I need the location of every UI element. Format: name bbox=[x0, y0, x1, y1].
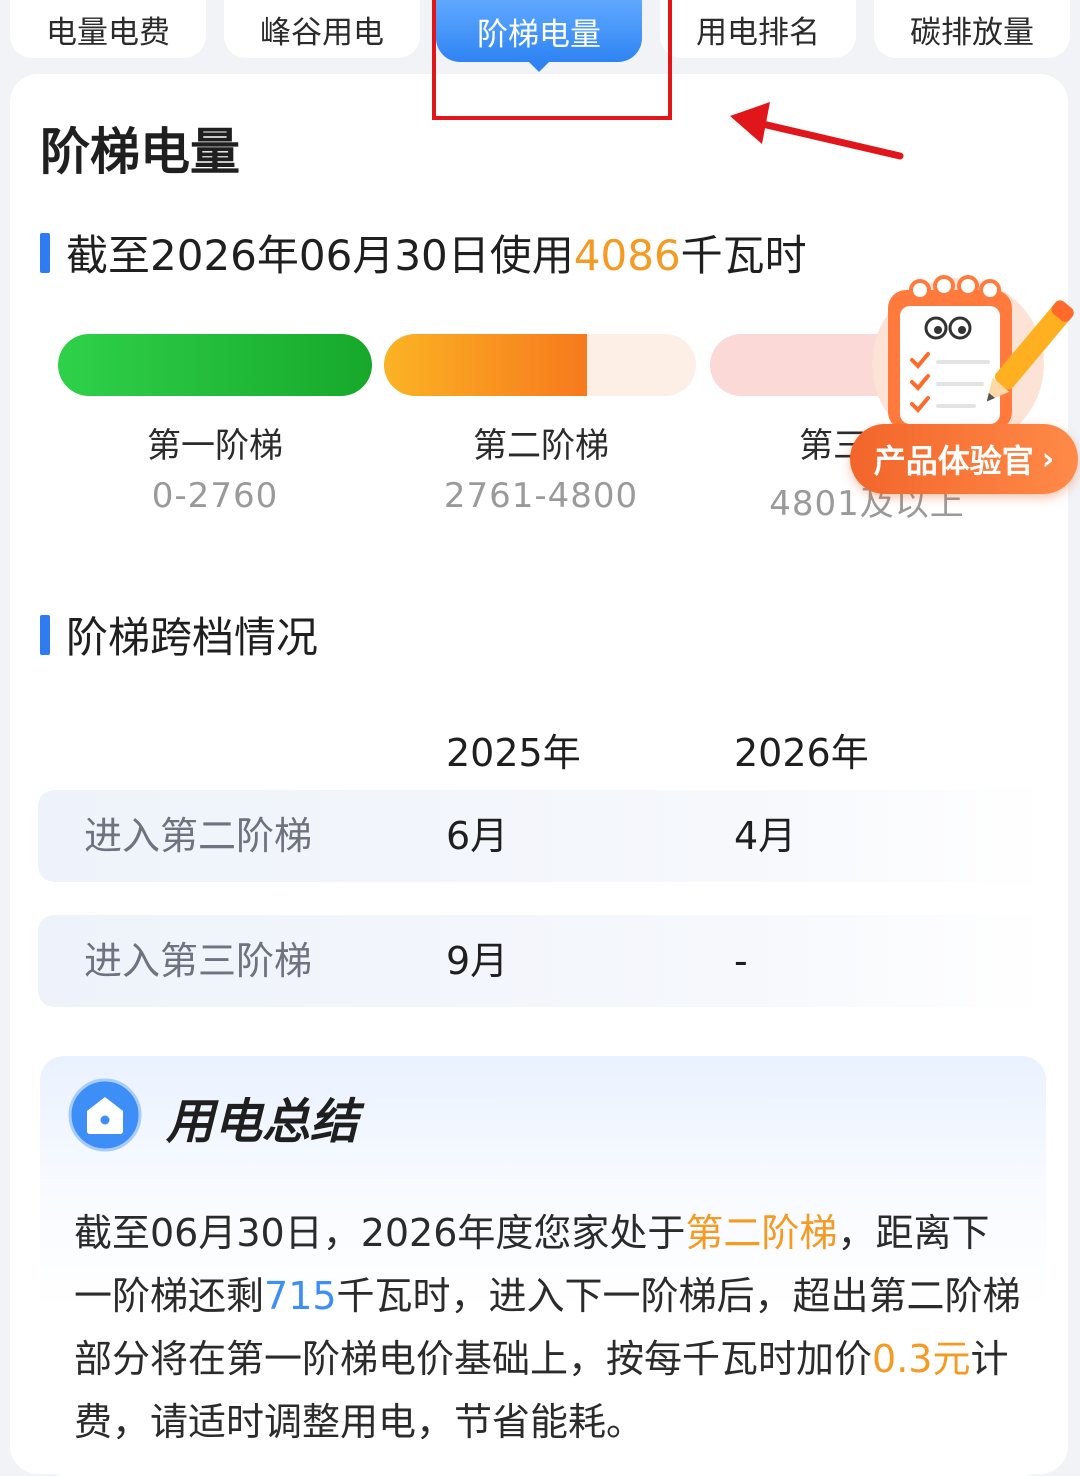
tab-usage-ranking[interactable]: 用电排名 bbox=[660, 0, 856, 58]
summary-title: 用电总结 bbox=[166, 1094, 359, 1150]
tier-1-fill bbox=[58, 334, 372, 396]
tier-2-range: 2761-4800 bbox=[443, 476, 639, 516]
usage-summary-heading: 截至2026年06月30日使用4086千瓦时 bbox=[40, 222, 807, 283]
tier-1-bar bbox=[58, 334, 372, 396]
table-row: 进入第三阶梯 9月 - bbox=[38, 915, 1048, 1007]
table-row: 进入第二阶梯 6月 4月 bbox=[38, 790, 1048, 882]
column-header-2026: 2026年 bbox=[734, 731, 869, 775]
usage-summary-card: 用电总结 截至06月30日，2026年度您家处于第二阶梯，距离下一阶梯还剩715… bbox=[40, 1056, 1046, 1476]
tier-2-bar bbox=[384, 334, 696, 396]
tab-electricity-fee[interactable]: 电量电费 bbox=[10, 0, 206, 58]
cell-2026: - bbox=[734, 939, 748, 983]
tab-label: 用电排名 bbox=[696, 14, 820, 51]
checklist-notepad-icon bbox=[872, 275, 1074, 438]
cell-2026: 4月 bbox=[734, 814, 797, 858]
usage-prefix: 截至2026年06月30日使用 bbox=[66, 231, 574, 280]
home-icon bbox=[68, 1078, 142, 1152]
section-accent-bar bbox=[40, 614, 50, 655]
chevron-right-icon: › bbox=[1041, 441, 1055, 477]
tier-2-name: 第二阶梯 bbox=[473, 426, 609, 466]
usage-value: 4086 bbox=[573, 231, 681, 280]
summary-text: 截至06月30日，2026年度您家处于第二阶梯，距离下一阶梯还剩715千瓦时，进… bbox=[74, 1211, 1021, 1444]
cell-2025: 9月 bbox=[446, 939, 509, 983]
row-label: 进入第三阶梯 bbox=[84, 939, 313, 983]
tab-carbon-emission[interactable]: 碳排放量 bbox=[874, 0, 1070, 58]
crossing-title: 阶梯跨档情况 bbox=[66, 613, 319, 662]
tier-2-fill bbox=[384, 334, 587, 396]
tab-label: 碳排放量 bbox=[910, 14, 1034, 51]
cell-2025: 6月 bbox=[446, 814, 509, 858]
section-accent-bar bbox=[40, 232, 50, 273]
remaining-kwh: 715 bbox=[264, 1274, 337, 1318]
product-tester-button[interactable]: 产品体验官 › bbox=[850, 424, 1078, 494]
page-title: 阶梯电量 bbox=[40, 123, 240, 181]
tab-peak-valley[interactable]: 峰谷用电 bbox=[224, 0, 420, 58]
product-tester-label: 产品体验官 bbox=[873, 442, 1034, 480]
tab-label: 峰谷用电 bbox=[260, 14, 384, 51]
usage-unit: 千瓦时 bbox=[680, 231, 807, 280]
annotation-arrow-icon bbox=[730, 102, 904, 160]
annotation-highlight-box bbox=[432, 0, 672, 120]
current-tier: 第二阶梯 bbox=[685, 1211, 838, 1255]
row-label: 进入第二阶梯 bbox=[84, 814, 313, 858]
tier-1-name: 第一阶梯 bbox=[147, 426, 283, 466]
tier-1-range: 0-2760 bbox=[151, 476, 279, 516]
column-header-2025: 2025年 bbox=[446, 731, 581, 775]
price-increase: 0.3元 bbox=[872, 1337, 971, 1381]
crossing-heading: 阶梯跨档情况 bbox=[40, 604, 318, 665]
tab-label: 电量电费 bbox=[46, 14, 170, 51]
